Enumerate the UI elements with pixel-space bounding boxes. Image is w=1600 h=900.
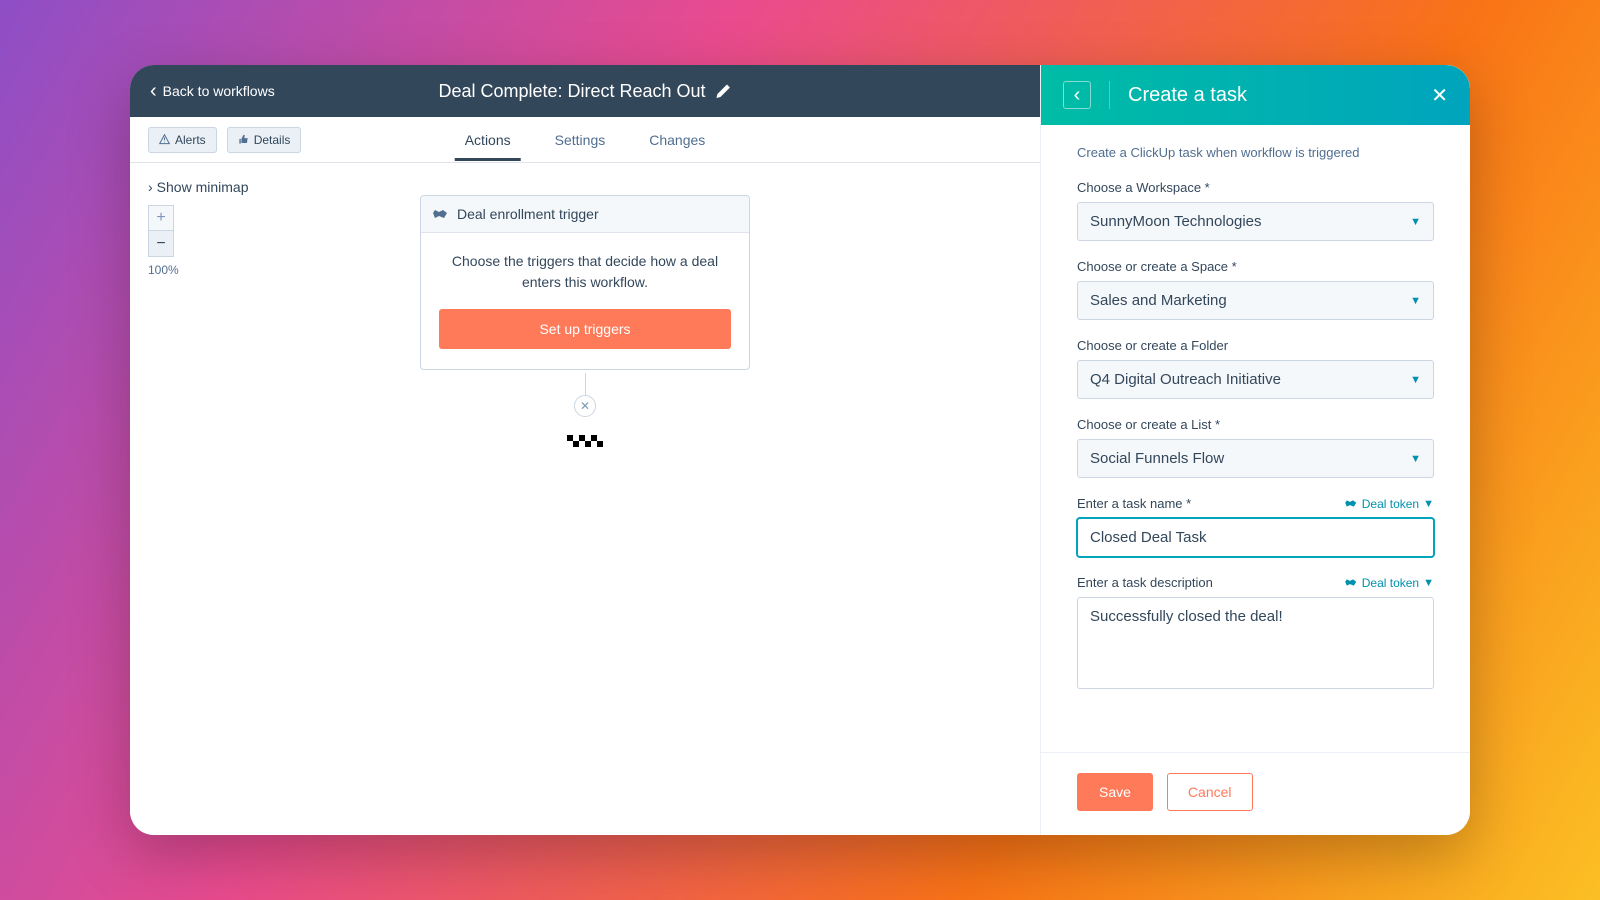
subbar: Alerts Details Actions Settings Changes xyxy=(130,117,1040,163)
trigger-title: Deal enrollment trigger xyxy=(457,206,599,222)
alerts-label: Alerts xyxy=(175,133,206,147)
caret-down-icon: ▼ xyxy=(1410,295,1421,307)
workflow-canvas[interactable]: Show minimap + − 100% Deal enrollment tr… xyxy=(130,163,1040,835)
side-panel: Create a task ✕ Create a ClickUp task wh… xyxy=(1040,65,1470,835)
zoom-controls: + − xyxy=(148,205,249,257)
caret-down-icon: ▼ xyxy=(1423,498,1434,510)
details-button[interactable]: Details xyxy=(227,127,302,153)
tab-settings[interactable]: Settings xyxy=(551,120,610,160)
chevron-left-icon xyxy=(150,81,157,101)
app-window: Back to workflows Deal Complete: Direct … xyxy=(130,65,1470,835)
workspace-select[interactable]: SunnyMoon Technologies ▼ xyxy=(1077,202,1434,241)
panel-footer: Save Cancel xyxy=(1041,752,1470,835)
task-name-input[interactable]: Closed Deal Task xyxy=(1077,518,1434,557)
connector-line xyxy=(585,373,586,395)
back-to-workflows-link[interactable]: Back to workflows xyxy=(150,81,275,101)
field-folder: Choose or create a Folder Q4 Digital Out… xyxy=(1077,338,1434,399)
field-task-name: Enter a task name * Deal token ▼ Closed … xyxy=(1077,496,1434,557)
zoom-in-button[interactable]: + xyxy=(148,205,174,231)
subbar-buttons: Alerts Details xyxy=(148,127,301,153)
close-icon[interactable]: ✕ xyxy=(1431,83,1448,108)
trigger-body: Choose the triggers that decide how a de… xyxy=(421,233,749,369)
topbar: Back to workflows Deal Complete: Direct … xyxy=(130,65,1040,117)
zoom-level: 100% xyxy=(148,263,249,277)
task-name-value: Closed Deal Task xyxy=(1090,529,1206,546)
save-button[interactable]: Save xyxy=(1077,773,1153,811)
details-label: Details xyxy=(254,133,291,147)
space-select[interactable]: Sales and Marketing ▼ xyxy=(1077,281,1434,320)
list-select[interactable]: Social Funnels Flow ▼ xyxy=(1077,439,1434,478)
task-desc-label: Enter a task description xyxy=(1077,575,1213,590)
panel-body: Create a ClickUp task when workflow is t… xyxy=(1041,125,1470,752)
back-label: Back to workflows xyxy=(163,83,275,99)
trigger-header: Deal enrollment trigger xyxy=(421,196,749,233)
panel-description: Create a ClickUp task when workflow is t… xyxy=(1077,145,1434,160)
deal-token-button[interactable]: Deal token ▼ xyxy=(1345,576,1434,590)
panel-title: Create a task xyxy=(1128,84,1413,107)
chevron-right-icon xyxy=(148,179,153,195)
remove-node-button[interactable]: ✕ xyxy=(574,395,596,417)
list-label: Choose or create a List * xyxy=(1077,417,1434,432)
thumbs-up-icon xyxy=(238,134,249,145)
handshake-icon xyxy=(433,207,449,221)
minimap-label: Show minimap xyxy=(157,179,249,195)
task-name-label: Enter a task name * xyxy=(1077,496,1191,511)
cancel-button[interactable]: Cancel xyxy=(1167,773,1253,811)
caret-down-icon: ▼ xyxy=(1410,374,1421,386)
task-desc-textarea[interactable]: Successfully closed the deal! xyxy=(1077,597,1434,689)
field-list: Choose or create a List * Social Funnels… xyxy=(1077,417,1434,478)
space-value: Sales and Marketing xyxy=(1090,292,1227,309)
caret-down-icon: ▼ xyxy=(1410,216,1421,228)
setup-triggers-button[interactable]: Set up triggers xyxy=(439,309,731,349)
handshake-icon xyxy=(1345,498,1358,509)
deal-token-label: Deal token xyxy=(1362,497,1419,511)
workspace-value: SunnyMoon Technologies xyxy=(1090,213,1262,230)
panel-back-button[interactable] xyxy=(1063,81,1091,109)
zoom-out-button[interactable]: − xyxy=(148,231,174,257)
field-task-desc: Enter a task description Deal token ▼ Su… xyxy=(1077,575,1434,689)
folder-select[interactable]: Q4 Digital Outreach Initiative ▼ xyxy=(1077,360,1434,399)
workflow-title-text: Deal Complete: Direct Reach Out xyxy=(438,81,705,102)
deal-token-button[interactable]: Deal token ▼ xyxy=(1345,497,1434,511)
task-desc-value: Successfully closed the deal! xyxy=(1090,608,1283,625)
divider xyxy=(1109,81,1110,109)
folder-label: Choose or create a Folder xyxy=(1077,338,1434,353)
chevron-left-icon xyxy=(1074,85,1081,106)
main-area: Back to workflows Deal Complete: Direct … xyxy=(130,65,1040,835)
trigger-card: Deal enrollment trigger Choose the trigg… xyxy=(420,195,750,370)
caret-down-icon: ▼ xyxy=(1410,453,1421,465)
alerts-button[interactable]: Alerts xyxy=(148,127,217,153)
caret-down-icon: ▼ xyxy=(1423,577,1434,589)
list-value: Social Funnels Flow xyxy=(1090,450,1224,467)
warning-icon xyxy=(159,134,170,145)
field-space: Choose or create a Space * Sales and Mar… xyxy=(1077,259,1434,320)
tabs: Actions Settings Changes xyxy=(461,120,710,160)
tab-actions[interactable]: Actions xyxy=(461,120,515,160)
handshake-icon xyxy=(1345,577,1358,588)
folder-value: Q4 Digital Outreach Initiative xyxy=(1090,371,1281,388)
tab-changes[interactable]: Changes xyxy=(645,120,709,160)
space-label: Choose or create a Space * xyxy=(1077,259,1434,274)
field-workspace: Choose a Workspace * SunnyMoon Technolog… xyxy=(1077,180,1434,241)
workflow-title: Deal Complete: Direct Reach Out xyxy=(438,81,731,102)
workspace-label: Choose a Workspace * xyxy=(1077,180,1434,195)
edit-icon[interactable] xyxy=(716,83,732,99)
canvas-controls: Show minimap + − 100% xyxy=(148,179,249,277)
finish-flag-icon xyxy=(567,435,603,447)
show-minimap-toggle[interactable]: Show minimap xyxy=(148,179,249,195)
trigger-description: Choose the triggers that decide how a de… xyxy=(439,251,731,293)
deal-token-label: Deal token xyxy=(1362,576,1419,590)
connector: ✕ xyxy=(567,373,603,447)
panel-header: Create a task ✕ xyxy=(1041,65,1470,125)
